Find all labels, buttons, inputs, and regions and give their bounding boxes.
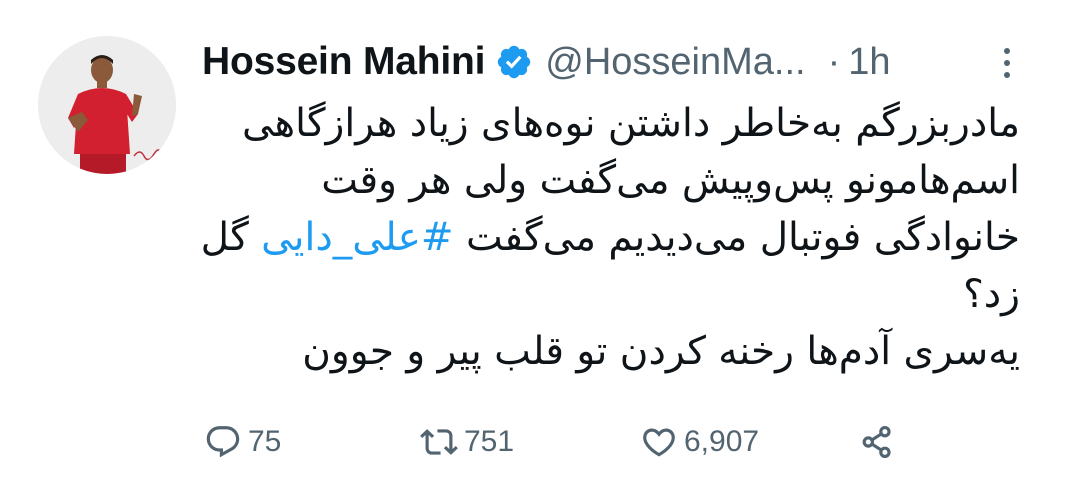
- reply-count: 75: [248, 425, 282, 458]
- avatar-image: [38, 36, 176, 174]
- tweet-line-1: مادربزرگم به‌خاطر داشتن نوه‌های زیاد هرا…: [242, 101, 1020, 146]
- tweet-header: Hossein Mahini @HosseinMa... · 1h: [202, 38, 1062, 86]
- more-options-icon[interactable]: [994, 48, 1020, 78]
- hashtag-link[interactable]: #علی_دایی: [261, 215, 453, 260]
- share-button[interactable]: [858, 418, 896, 466]
- tweet-line-4: زد؟: [963, 272, 1020, 317]
- heart-icon: [643, 428, 675, 457]
- share-icon: [862, 426, 891, 458]
- retweet-count: 751: [464, 425, 515, 458]
- tweet-line-3: خانوادگی فوتبال می‌دیدیم می‌گفت #علی_دای…: [200, 209, 1020, 266]
- like-button[interactable]: 6,907: [640, 418, 759, 466]
- tweet-line-5: یه‌سری آدم‌ها رخنه کردن تو قلب پیر و جوو…: [302, 329, 1020, 374]
- author-handle[interactable]: @HosseinMa...: [545, 41, 805, 84]
- retweet-button[interactable]: 751: [420, 418, 514, 466]
- avatar[interactable]: [38, 36, 176, 174]
- tweet-text: مادربزرگم به‌خاطر داشتن نوه‌های زیاد هرا…: [200, 95, 1020, 380]
- tweet-line-2: اسم‌هامونو پس‌وپیش می‌گفت ولی هر وقت: [321, 158, 1020, 203]
- tweet[interactable]: Hossein Mahini @HosseinMa... · 1h مادربز…: [0, 0, 1080, 491]
- reply-button[interactable]: 75: [204, 418, 281, 466]
- tweet-line-3-end: گل: [200, 215, 249, 260]
- tweet-line-3-text: خانوادگی فوتبال می‌دیدیم می‌گفت: [466, 215, 1020, 260]
- timestamp[interactable]: 1h: [848, 41, 890, 84]
- author-name[interactable]: Hossein Mahini: [202, 40, 485, 84]
- tweet-actions: 75 751 6,907: [202, 418, 922, 466]
- retweet-icon: [420, 429, 458, 455]
- verified-badge-icon: [498, 45, 531, 79]
- reply-icon: [206, 426, 240, 458]
- like-count: 6,907: [684, 425, 760, 458]
- separator-dot: ·: [827, 40, 841, 83]
